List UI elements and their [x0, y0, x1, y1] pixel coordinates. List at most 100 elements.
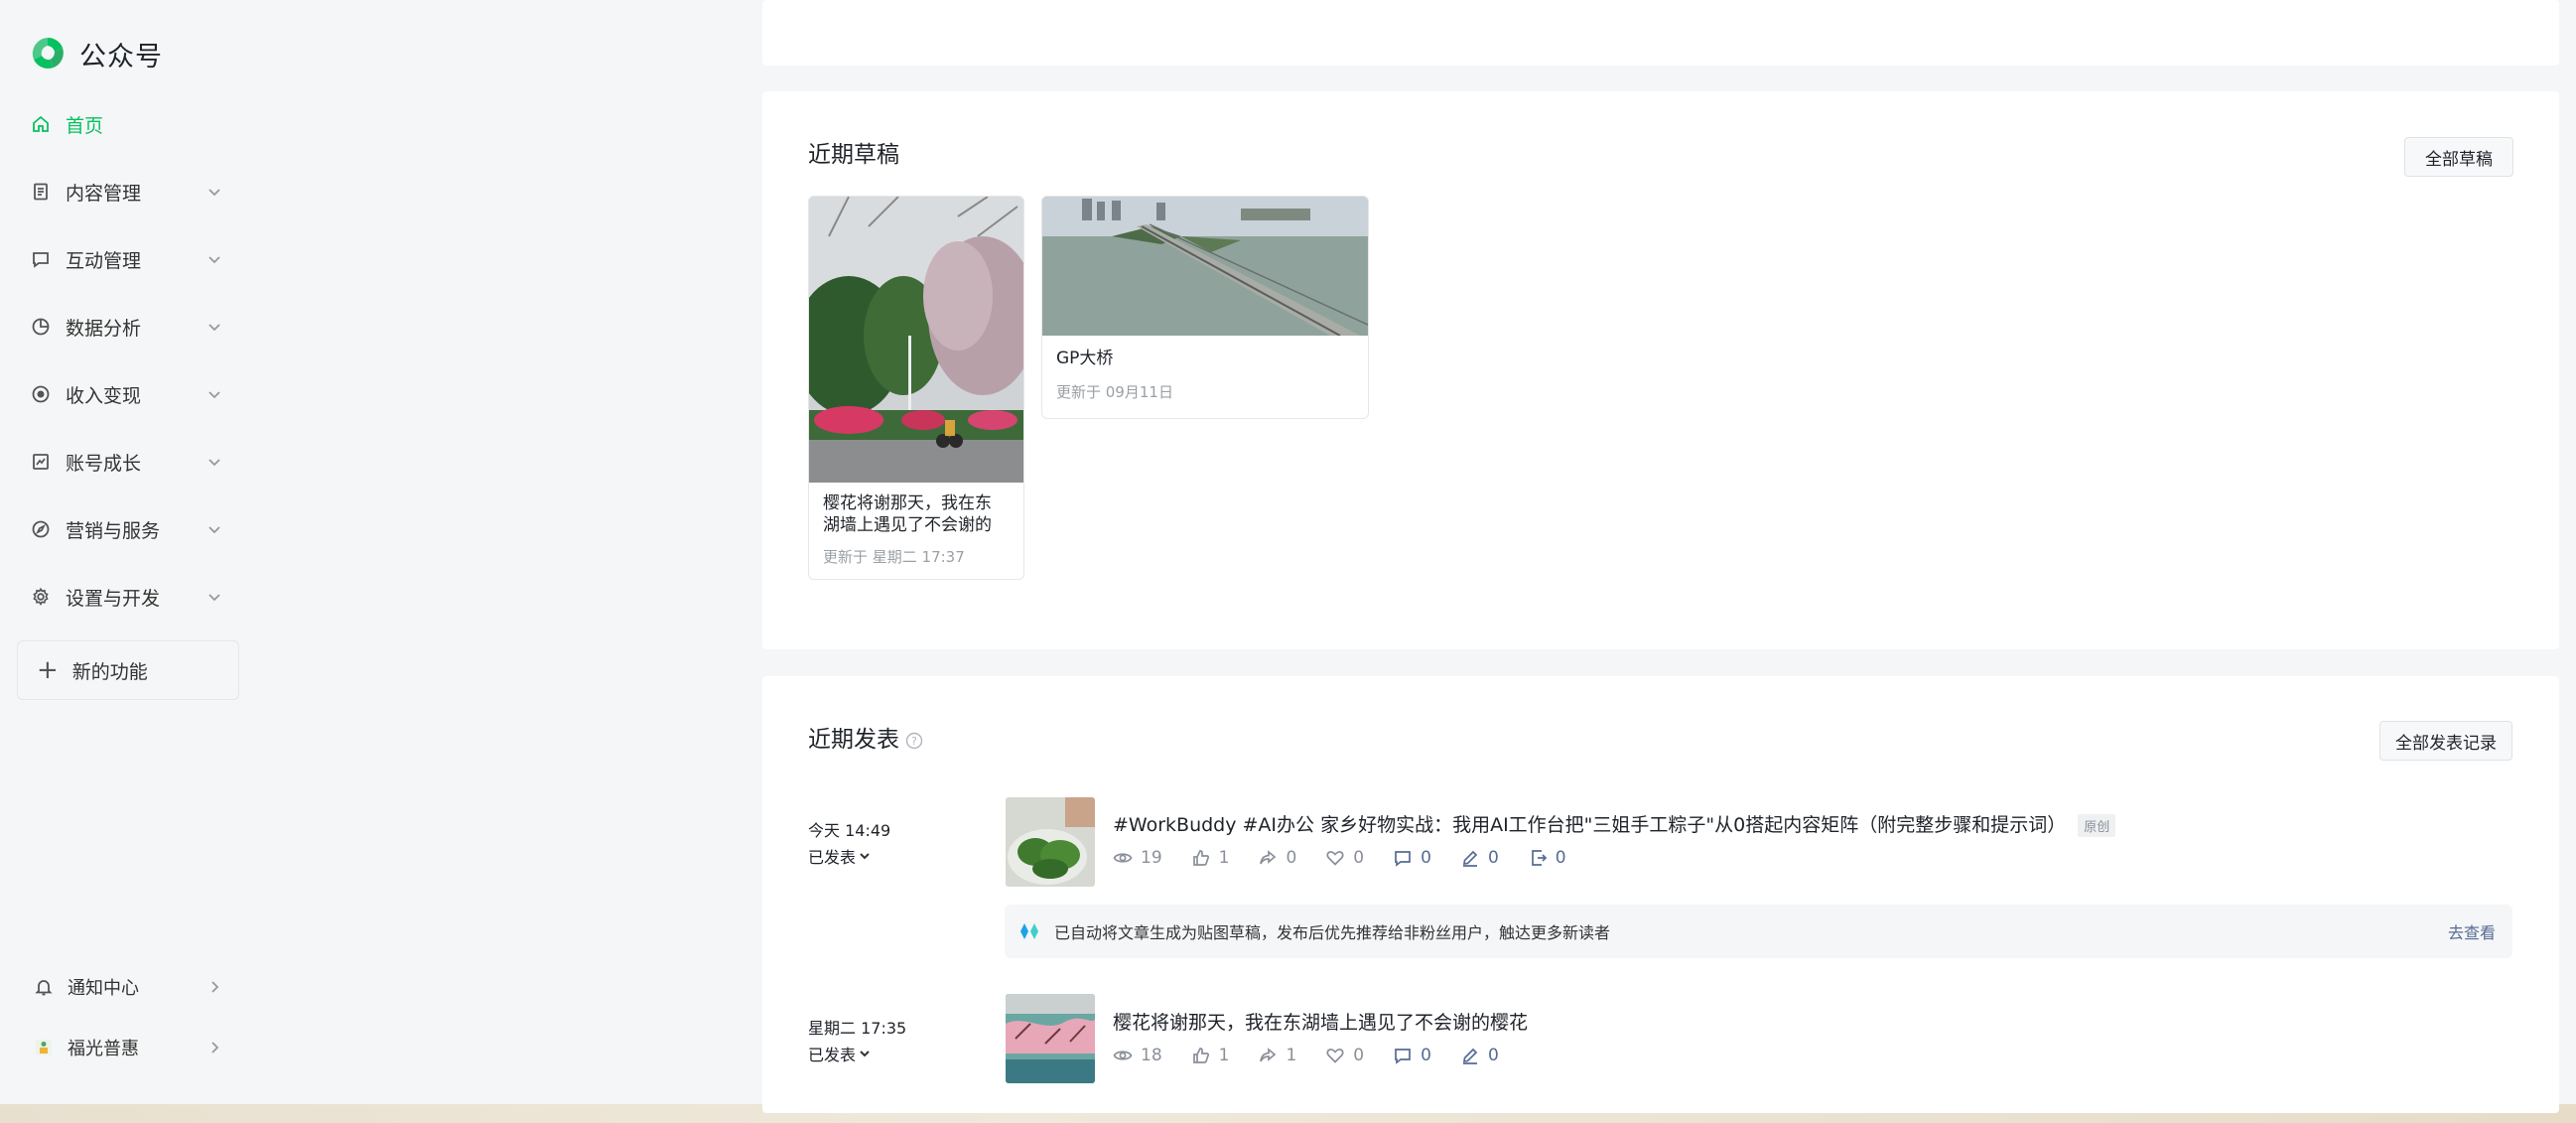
forward-icon [1531, 850, 1547, 866]
auto-draft-notice: 已自动将文章生成为贴图草稿，发布后优先推荐给非粉丝用户，触达更多新读者 去查看 [1005, 905, 2512, 958]
all-drafts-button[interactable]: 全部草稿 [2404, 137, 2513, 177]
chevron-down-icon [860, 1051, 870, 1057]
plus-icon: + [37, 655, 59, 685]
sidebar-item-account[interactable]: 福光普惠 [34, 1030, 232, 1065]
view-link[interactable]: 去查看 [2448, 919, 2496, 943]
sidebar-item-interaction[interactable]: 互动管理 [30, 239, 228, 279]
likes-stat: 1 [1191, 848, 1229, 868]
wechat-official-logo-icon [32, 37, 64, 70]
pen-icon [1462, 1048, 1478, 1064]
pie-chart-icon [30, 316, 52, 338]
draft-updated-time: 更新于 09月11日 [1056, 383, 1173, 401]
sidebar-item-settings[interactable]: 设置与开发 [30, 577, 228, 617]
sidebar-item-label: 账号成长 [66, 452, 142, 475]
sidebar-item-label: 通知中心 [68, 978, 139, 999]
recent-drafts-card: 近期草稿 全部草稿 樱花将谢那天，我在东 湖墙上遇见了不会谢的 更新于 星期二 … [762, 91, 2559, 649]
publish-status: 已发表 [808, 848, 857, 867]
sidebar-item-label: 首页 [66, 114, 104, 137]
draft-title: 湖墙上遇见了不会谢的 [823, 515, 992, 535]
article-stats: 18 1 1 0 0 0 [1113, 1046, 1528, 1065]
sidebar-item-label: 收入变现 [66, 384, 142, 407]
sidebar-item-label: 营销与服务 [66, 519, 161, 542]
notes-stat[interactable]: 0 [1460, 1046, 1499, 1065]
chevron-down-icon [206, 183, 222, 199]
notice-text: 已自动将文章生成为贴图草稿，发布后优先推荐给非粉丝用户，触达更多新读者 [1054, 923, 1611, 942]
comment-icon [1395, 1049, 1411, 1064]
eye-icon [1113, 1051, 1133, 1060]
sidebar-item-label: 数据分析 [66, 317, 142, 340]
recent-published-card: 近期发表? 全部发表记录 今天 14:49 已发表 #WorkBuddy #AI… [762, 676, 2559, 1113]
gear-icon [30, 586, 52, 608]
chevron-right-icon [206, 1040, 222, 1055]
section-title-wrap: 近期发表? [808, 720, 923, 754]
article-stats: 19 1 0 0 0 0 0 [1113, 848, 1595, 868]
sidebar-item-monetization[interactable]: 收入变现 [30, 374, 228, 414]
all-published-button[interactable]: 全部发表记录 [2379, 721, 2512, 761]
overview-card [762, 0, 2559, 66]
sidebar-item-label: 福光普惠 [68, 1039, 139, 1059]
likes-stat: 1 [1191, 1046, 1229, 1065]
sidebar-item-label: 互动管理 [66, 249, 142, 272]
heart-icon [1326, 1049, 1344, 1063]
thumb-up-icon [1192, 850, 1209, 866]
draft-title: GP大桥 [1056, 349, 1114, 368]
comment-icon [30, 248, 52, 270]
draft-card[interactable]: GP大桥 更新于 09月11日 [1041, 196, 1369, 419]
article-thumbnail[interactable] [1006, 994, 1095, 1083]
reposts-stat[interactable]: 0 [1528, 848, 1566, 868]
thumb-up-icon [1192, 1048, 1209, 1063]
help-icon[interactable]: ? [905, 732, 923, 750]
brand-name: 公众号 [79, 41, 163, 72]
publish-status: 已发表 [808, 1046, 857, 1064]
sidebar-item-content[interactable]: 内容管理 [30, 172, 228, 211]
favorites-stat: 0 [1325, 848, 1364, 868]
home-icon [30, 113, 52, 135]
bell-icon [34, 977, 54, 997]
publish-time: 今天 14:49 [808, 821, 891, 840]
sidebar-item-growth[interactable]: 账号成长 [30, 442, 228, 482]
draft-updated-time: 更新于 星期二 17:37 [823, 548, 965, 566]
comment-icon [1395, 851, 1411, 867]
sidebar-item-notifications[interactable]: 通知中心 [34, 969, 232, 1005]
chevron-right-icon [206, 979, 222, 995]
new-feature-button[interactable]: + 新的功能 [17, 640, 239, 700]
article-title[interactable]: 樱花将谢那天，我在东湖墙上遇见了不会谢的樱花 [1113, 1008, 1528, 1035]
brand[interactable]: 公众号 [28, 34, 163, 73]
section-title: 近期草稿 [808, 142, 899, 168]
draft-cover-image [809, 197, 1023, 483]
sidebar-item-label: 内容管理 [66, 182, 142, 205]
pen-icon [1462, 850, 1478, 867]
publish-time: 星期二 17:35 [808, 1019, 907, 1038]
share-icon [1260, 1048, 1277, 1062]
growth-chart-icon [30, 451, 52, 473]
article-thumbnail[interactable] [1006, 797, 1095, 887]
chevron-down-icon [206, 588, 222, 604]
chevron-down-icon [206, 385, 222, 401]
svg-text:?: ? [911, 735, 917, 748]
chevron-down-icon [860, 853, 870, 860]
publish-status-dropdown[interactable]: 已发表 [808, 844, 871, 868]
comments-stat[interactable]: 0 [1393, 1046, 1431, 1065]
avatar-icon [34, 1038, 54, 1057]
sidebar-item-home[interactable]: 首页 [30, 104, 228, 144]
sidebar: 公众号 首页 内容管理 互动管理 数据分析 收入变现 账号成长 营销与服务 设置… [0, 0, 258, 1104]
draft-card[interactable]: 樱花将谢那天，我在东 湖墙上遇见了不会谢的 更新于 星期二 17:37 [808, 196, 1024, 580]
comments-stat[interactable]: 0 [1393, 848, 1431, 868]
notes-stat[interactable]: 0 [1460, 848, 1499, 868]
share-icon [1260, 850, 1277, 865]
chevron-down-icon [206, 250, 222, 266]
section-title: 近期发表 [808, 727, 899, 753]
sidebar-item-marketing[interactable]: 营销与服务 [30, 509, 228, 549]
shares-stat: 1 [1258, 1046, 1296, 1065]
new-feature-label: 新的功能 [71, 660, 148, 683]
article-title-row[interactable]: #WorkBuddy #AI办公 家乡好物实战：我用AI工作台把"三姐手工粽子"… [1113, 810, 2116, 837]
chevron-down-icon [206, 520, 222, 536]
heart-icon [1326, 851, 1344, 866]
shares-stat: 0 [1258, 848, 1296, 868]
publish-status-dropdown[interactable]: 已发表 [808, 1042, 871, 1065]
article-title: #WorkBuddy #AI办公 家乡好物实战：我用AI工作台把"三姐手工粽子"… [1113, 814, 2067, 836]
document-icon [30, 181, 52, 203]
draft-title: 樱花将谢那天，我在东 [823, 493, 992, 513]
sidebar-item-analytics[interactable]: 数据分析 [30, 307, 228, 347]
compass-icon [30, 518, 52, 540]
